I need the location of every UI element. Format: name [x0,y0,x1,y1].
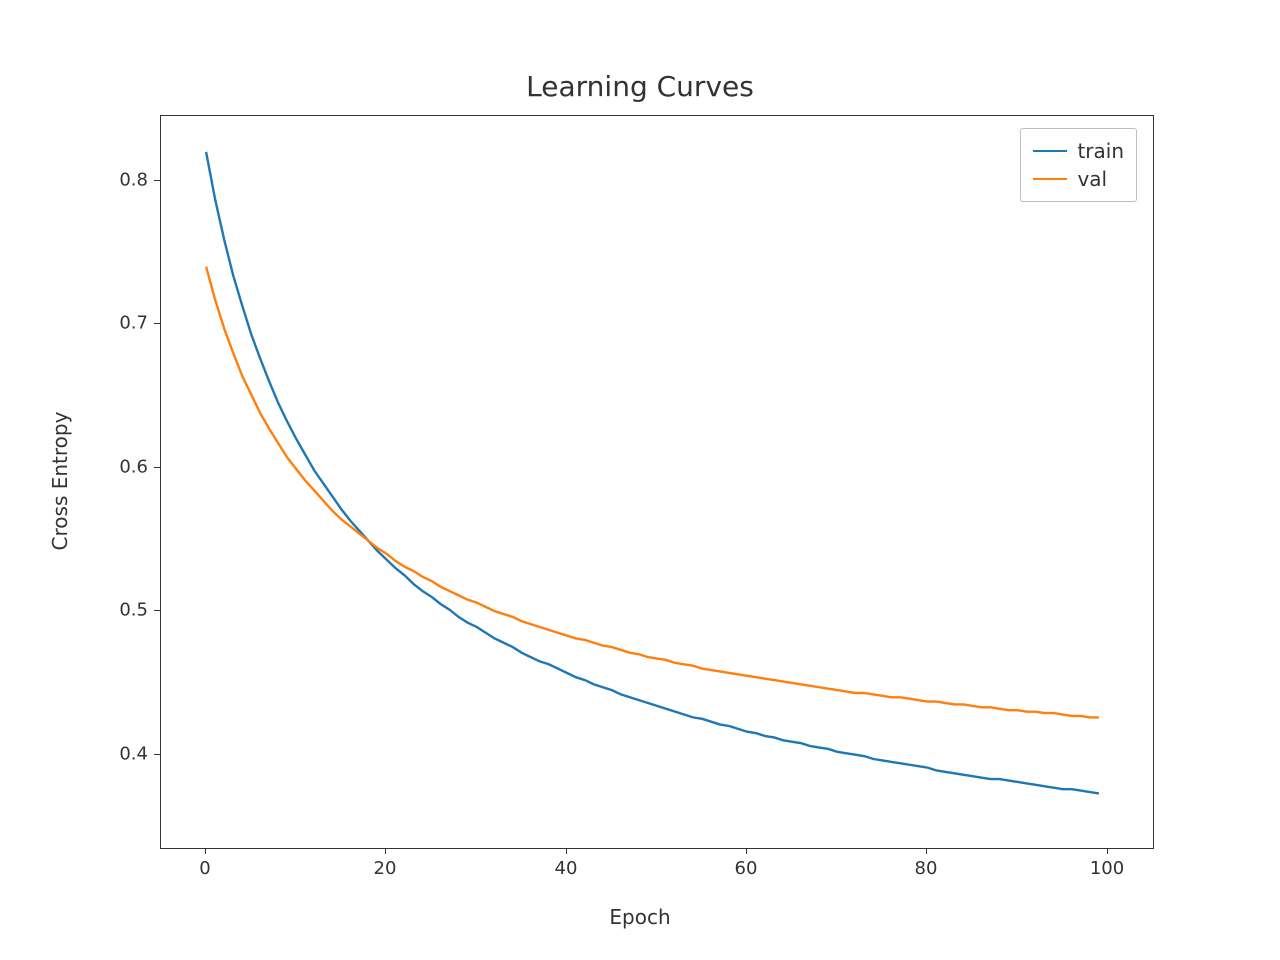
y-tick-label: 0.4 [88,744,148,765]
figure: Learning Curves Cross Entropy Epoch trai… [0,0,1280,960]
legend-label-val: val [1077,167,1107,191]
legend-label-train: train [1077,139,1124,163]
legend: train val [1020,128,1137,202]
line-val [206,267,1099,718]
x-axis-label: Epoch [0,905,1280,929]
y-tick-label: 0.8 [88,170,148,191]
x-tick-label: 100 [1090,858,1124,879]
y-tick-mark [154,323,160,324]
x-tick-label: 40 [555,858,578,879]
y-tick-mark [154,180,160,181]
y-tick-label: 0.6 [88,457,148,478]
plot-area: train val [160,115,1154,849]
y-tick-label: 0.7 [88,313,148,334]
y-tick-mark [154,610,160,611]
x-tick-mark [926,848,927,854]
legend-entry-val: val [1033,165,1124,193]
legend-swatch-train [1033,150,1067,152]
line-train [206,152,1099,794]
y-tick-mark [154,754,160,755]
x-tick-mark [1107,848,1108,854]
x-tick-label: 20 [374,858,397,879]
chart-title: Learning Curves [0,70,1280,103]
legend-swatch-val [1033,178,1067,180]
y-tick-label: 0.5 [88,600,148,621]
x-tick-label: 60 [735,858,758,879]
x-tick-mark [385,848,386,854]
x-tick-label: 0 [199,858,210,879]
x-tick-mark [566,848,567,854]
legend-entry-train: train [1033,137,1124,165]
y-axis-label: Cross Entropy [48,412,72,551]
plot-svg [161,116,1153,848]
x-tick-mark [746,848,747,854]
y-tick-mark [154,467,160,468]
x-tick-mark [205,848,206,854]
x-tick-label: 80 [915,858,938,879]
